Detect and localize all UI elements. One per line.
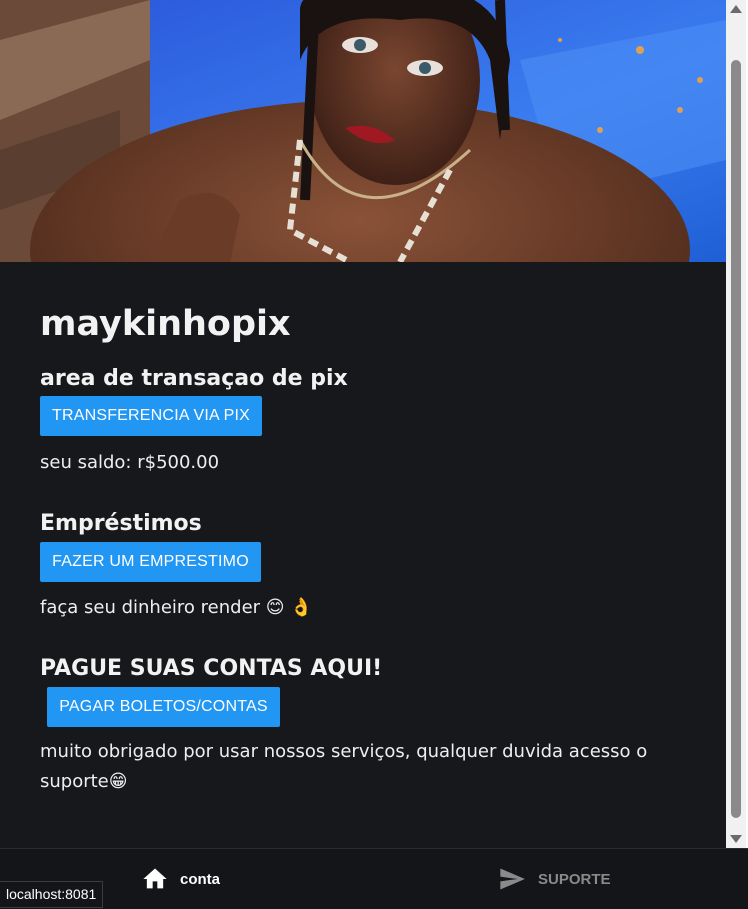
app-screen: maykinhopix area de transaçao de pix TRA… <box>0 0 726 848</box>
nav-item-suporte[interactable]: SUPORTE <box>496 849 611 909</box>
vertical-scrollbar[interactable] <box>726 0 746 848</box>
bills-section-heading: PAGUE SUAS CONTAS AQUI! <box>40 656 383 681</box>
status-bar-url: localhost:8081 <box>0 881 104 908</box>
home-icon <box>143 868 167 889</box>
pay-bills-button[interactable]: PAGAR BOLETOS/CONTAS <box>47 687 280 727</box>
loans-section-heading: Empréstimos <box>40 511 202 536</box>
balance-text: seu saldo: r$500.00 <box>40 452 220 473</box>
pix-section-heading: area de transaçao de pix <box>40 366 348 391</box>
scrollbar-thumb[interactable] <box>731 60 741 818</box>
thanks-text: muito obrigado por usar nossos serviços,… <box>40 741 648 792</box>
send-icon <box>500 868 525 890</box>
profile-banner-image <box>0 0 726 262</box>
username-title: maykinhopix <box>40 304 291 344</box>
bottom-navigation: conta SUPORTE <box>0 848 748 909</box>
nav-label-suporte: SUPORTE <box>538 870 611 888</box>
request-loan-button[interactable]: FAZER UM EMPRESTIMO <box>40 542 261 582</box>
scroll-down-arrow-icon[interactable] <box>730 835 742 843</box>
pix-transfer-button[interactable]: TRANSFERENCIA VIA PIX <box>40 396 262 436</box>
nav-item-conta[interactable]: conta <box>140 849 220 909</box>
scroll-up-arrow-icon[interactable] <box>730 5 742 13</box>
nav-label-conta: conta <box>180 870 221 888</box>
loans-tagline: faça seu dinheiro render 😊 👌 <box>40 597 313 618</box>
